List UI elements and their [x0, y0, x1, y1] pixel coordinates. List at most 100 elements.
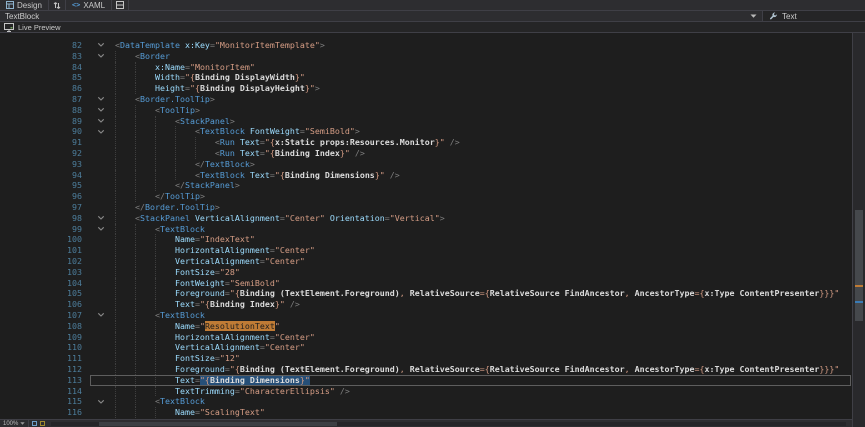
code-line[interactable]: 93 </TextBlock> [0, 159, 852, 170]
line-number: 106 [0, 299, 90, 310]
code-text: Foreground="{Binding (TextElement.Foregr… [112, 288, 852, 299]
code-line[interactable]: 91 <Run Text="{x:Static props:Resources.… [0, 137, 852, 148]
vertical-scrollbar[interactable] [852, 33, 865, 427]
code-line[interactable]: 97 </Border.ToolTip> [0, 202, 852, 213]
code-line[interactable]: 103 FontSize="28" [0, 267, 852, 278]
code-line[interactable]: 100 Name="IndexText" [0, 234, 852, 245]
line-number: 95 [0, 180, 90, 191]
toolbar-icon[interactable] [32, 421, 37, 426]
code-line[interactable]: 104 FontWeight="SemiBold" [0, 278, 852, 289]
code-line[interactable]: 82 <DataTemplate x:Key="MonitorItemTempla… [0, 40, 852, 51]
line-number: 91 [0, 137, 90, 148]
code-line[interactable]: 95 </StackPanel> [0, 180, 852, 191]
element-breadcrumb-dropdown[interactable]: TextBlock [0, 11, 763, 21]
horizontal-scrollbar[interactable] [51, 422, 846, 426]
design-tab[interactable]: Design [0, 0, 49, 10]
code-text: <Border [112, 51, 852, 62]
line-number: 112 [0, 364, 90, 375]
xaml-tab[interactable]: <> XAML [66, 0, 112, 10]
fold-chevron-icon[interactable] [90, 310, 112, 321]
code-text: <TextBlock [112, 396, 852, 407]
split-view-icon [116, 1, 124, 9]
line-number: 101 [0, 245, 90, 256]
fold-chevron-icon[interactable] [90, 40, 112, 51]
code-line[interactable]: 88 <ToolTip> [0, 105, 852, 116]
fold-gutter [90, 321, 112, 332]
split-view-button[interactable] [112, 0, 129, 10]
code-line[interactable]: 89 <StackPanel> [0, 116, 852, 127]
fold-chevron-icon[interactable] [90, 116, 112, 127]
code-line[interactable]: 107 <TextBlock [0, 310, 852, 321]
line-number: 98 [0, 213, 90, 224]
fold-chevron-icon[interactable] [90, 126, 112, 137]
line-number: 111 [0, 353, 90, 364]
code-line[interactable]: 96 </ToolTip> [0, 191, 852, 202]
code-line[interactable]: 92 <Run Text="{Binding Index}" /> [0, 148, 852, 159]
fold-gutter [90, 364, 112, 375]
scrollbar-thumb[interactable] [855, 210, 863, 320]
code-line[interactable]: 114 TextTrimming="CharacterEllipsis" /> [0, 386, 852, 397]
fold-gutter [90, 83, 112, 94]
code-line[interactable]: 106 Text="{Binding Index}" /> [0, 299, 852, 310]
fold-gutter [90, 386, 112, 397]
code-line[interactable]: 87 <Border.ToolTip> [0, 94, 852, 105]
fold-chevron-icon[interactable] [90, 105, 112, 116]
code-line[interactable]: 109 HorizontalAlignment="Center" [0, 332, 852, 343]
code-line[interactable]: 116 Name="ScalingText" [0, 407, 852, 418]
code-line[interactable]: 86 Height="{Binding DisplayHeight}"> [0, 83, 852, 94]
code-text: <DataTemplate x:Key="MonitorItemTemplate… [112, 40, 852, 51]
code-text: TextTrimming="CharacterEllipsis" /> [112, 386, 852, 397]
line-number: 115 [0, 396, 90, 407]
code-line[interactable]: 98 <StackPanel VerticalAlignment="Center… [0, 213, 852, 224]
property-breadcrumb[interactable]: Text [763, 11, 865, 21]
code-text: Foreground="{Binding (TextElement.Foregr… [112, 364, 852, 375]
code-line[interactable]: 115 <TextBlock [0, 396, 852, 407]
fold-chevron-icon[interactable] [90, 224, 112, 235]
fold-gutter [90, 407, 112, 418]
code-line[interactable]: 94 <TextBlock Text="{Binding Dimensions}… [0, 170, 852, 181]
view-switcher-bar: Design <> XAML [0, 0, 865, 11]
code-line[interactable]: 99 <TextBlock [0, 224, 852, 235]
line-number: 108 [0, 321, 90, 332]
fold-gutter [90, 245, 112, 256]
xaml-code-editor[interactable]: 82 <DataTemplate x:Key="MonitorItemTempla… [0, 33, 852, 419]
swap-panes-button[interactable] [49, 0, 66, 10]
breadcrumb-bar: TextBlock Text [0, 11, 865, 22]
code-line[interactable]: 90 <TextBlock FontWeight="SemiBold"> [0, 126, 852, 137]
fold-chevron-icon[interactable] [90, 94, 112, 105]
code-line[interactable]: 105 Foreground="{Binding (TextElement.Fo… [0, 288, 852, 299]
fold-chevron-icon[interactable] [90, 213, 112, 224]
chevron-down-icon [20, 422, 25, 425]
toolbar-icon[interactable] [40, 421, 45, 426]
code-text: HorizontalAlignment="Center" [112, 332, 852, 343]
code-line[interactable]: 113 Text="{Binding Dimensions}" [0, 375, 852, 386]
fold-gutter [90, 299, 112, 310]
xaml-tab-label: XAML [83, 1, 105, 10]
code-line[interactable]: 112 Foreground="{Binding (TextElement.Fo… [0, 364, 852, 375]
code-line[interactable]: 84 x:Name="MonitorItem" [0, 62, 852, 73]
line-number: 107 [0, 310, 90, 321]
code-line[interactable]: 83 <Border [0, 51, 852, 62]
chevron-down-icon [750, 14, 757, 18]
code-line[interactable]: 85 Width="{Binding DisplayWidth}" [0, 72, 852, 83]
fold-chevron-icon[interactable] [90, 396, 112, 407]
line-number: 82 [0, 40, 90, 51]
code-line[interactable]: 101 HorizontalAlignment="Center" [0, 245, 852, 256]
fold-chevron-icon[interactable] [90, 51, 112, 62]
fold-gutter [90, 180, 112, 191]
code-lines: 82 <DataTemplate x:Key="MonitorItemTempla… [0, 40, 852, 418]
fold-gutter [90, 342, 112, 353]
selected-element-label: TextBlock [5, 12, 39, 21]
code-text: <Run Text="{x:Static props:Resources.Mon… [112, 137, 852, 148]
code-text: Name="ScalingText" [112, 407, 852, 418]
code-line[interactable]: 110 VerticalAlignment="Center" [0, 342, 852, 353]
code-line[interactable]: 111 FontSize="12" [0, 353, 852, 364]
line-number: 99 [0, 224, 90, 235]
horizontal-scrollbar-thumb[interactable] [99, 422, 337, 426]
live-preview-toggle[interactable]: Live Preview [0, 22, 865, 33]
fold-gutter [90, 332, 112, 343]
fold-gutter [90, 267, 112, 278]
code-line[interactable]: 102 VerticalAlignment="Center" [0, 256, 852, 267]
zoom-control[interactable]: 100% [3, 421, 25, 427]
code-line[interactable]: 108 Name="ResolutionText" [0, 321, 852, 332]
